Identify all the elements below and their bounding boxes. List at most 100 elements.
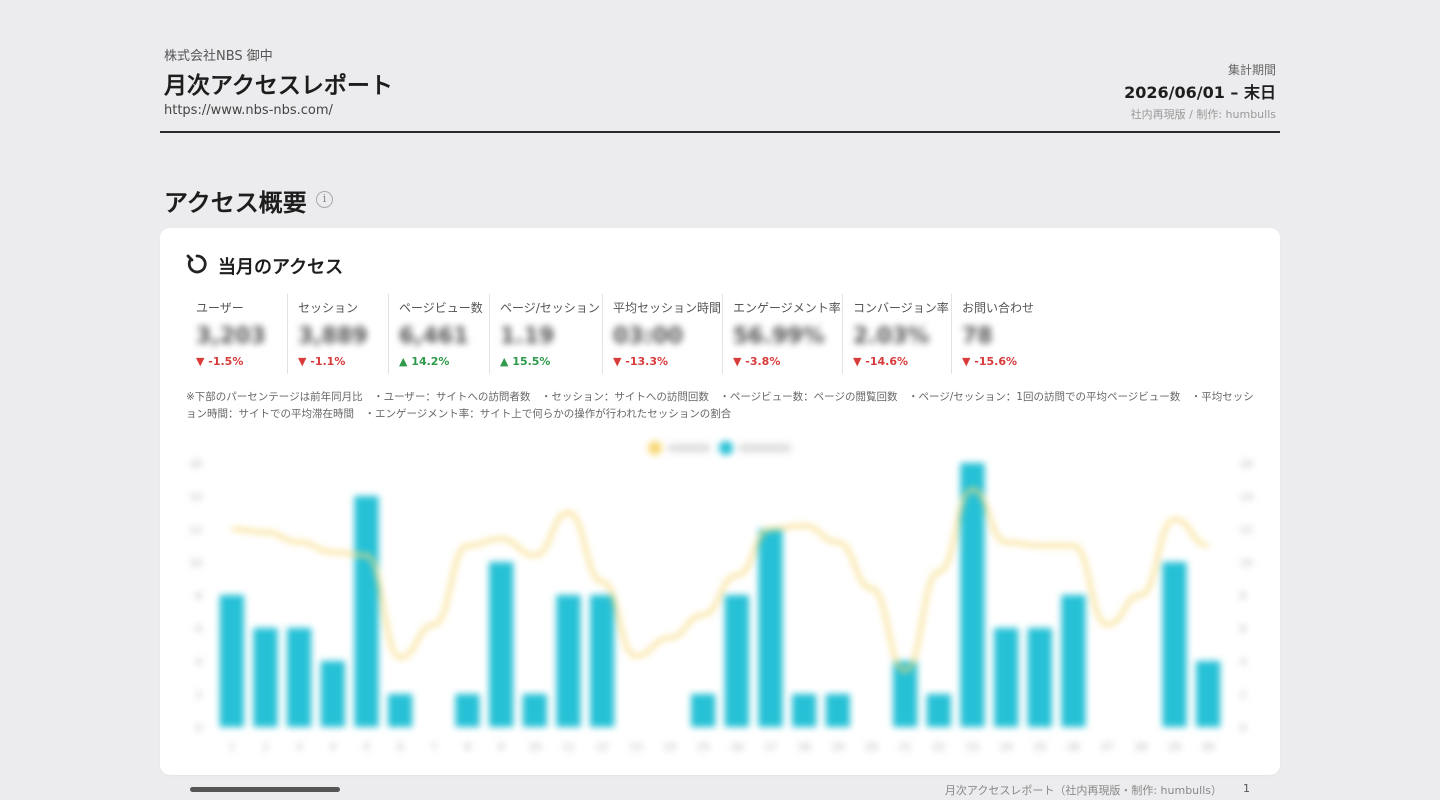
x-tick-label: 21 bbox=[899, 742, 912, 753]
x-tick-label: 26 bbox=[1067, 742, 1080, 753]
scroll-indicator[interactable] bbox=[190, 787, 340, 792]
bar bbox=[994, 628, 1019, 727]
kpi-sessions: セッション 3,889 ▼ -1.1% bbox=[287, 294, 388, 374]
bar bbox=[590, 595, 615, 727]
kpi-value: 03:00 bbox=[613, 324, 684, 349]
report-header: 株式会社NBS 御中 月次アクセスレポート https://www.nbs-nb… bbox=[160, 0, 1280, 133]
bar bbox=[926, 694, 951, 727]
kpi-value: 3,889 bbox=[298, 324, 368, 349]
bar bbox=[792, 694, 817, 727]
kpi-users: ユーザー 3,203 ▼ -1.5% bbox=[186, 294, 287, 374]
bar bbox=[489, 562, 514, 727]
footer-text: 月次アクセスレポート（社内再現版・制作: humbulls） bbox=[944, 784, 1222, 797]
x-tick-label: 15 bbox=[697, 742, 710, 753]
metric-note: ※下部のパーセンテージは前年同月比 ・ユーザー：サイトへの訪問者数 ・セッション… bbox=[186, 391, 1254, 420]
report-page: 株式会社NBS 御中 月次アクセスレポート https://www.nbs-nb… bbox=[160, 0, 1280, 775]
refresh-icon bbox=[186, 254, 207, 274]
y-tick-label: 8 bbox=[196, 591, 202, 602]
access-card: 当月のアクセス ユーザー 3,203 ▼ -1.5% セッション 3,889 ▼… bbox=[160, 228, 1280, 775]
legend-swatch-line bbox=[648, 441, 662, 455]
bar bbox=[219, 595, 244, 727]
info-icon[interactable]: i bbox=[316, 191, 333, 208]
x-tick-label: 1 bbox=[229, 742, 235, 753]
kpi-change: ▼ -1.5% bbox=[196, 355, 244, 368]
kpi-label: ユーザー bbox=[196, 301, 244, 315]
y-tick-label: 10 bbox=[189, 558, 202, 569]
x-tick-label: 14 bbox=[663, 742, 676, 753]
x-tick-label: 12 bbox=[596, 742, 609, 753]
kpi-label: エンゲージメント率 bbox=[733, 301, 841, 315]
x-tick-label: 18 bbox=[798, 742, 811, 753]
y-tick-label: 12 bbox=[189, 525, 202, 536]
kpi-row: ユーザー 3,203 ▼ -1.5% セッション 3,889 ▼ -1.1% ペ… bbox=[186, 294, 1051, 374]
bar bbox=[1162, 562, 1187, 727]
kpi-inquiries: お問い合わせ 78 ▼ -15.6% bbox=[951, 294, 1051, 374]
kpi-change: ▲ 15.5% bbox=[500, 355, 551, 368]
x-tick-label: 16 bbox=[730, 742, 743, 753]
bar bbox=[724, 595, 749, 727]
kpi-engagement-rate: エンゲージメント率 56.99% ▼ -3.8% bbox=[722, 294, 842, 374]
access-chart: 0 0 2 2 4 4 6 6 8 8 10 10 12 12 14 14 16 16 1 2 3 4 5 6 7 8 9 10 11 1… bbox=[180, 438, 1260, 768]
y-tick-label: 2 bbox=[196, 690, 202, 701]
bar bbox=[758, 529, 783, 727]
x-tick-label: 27 bbox=[1101, 742, 1114, 753]
y-tick-label: 4 bbox=[196, 657, 202, 668]
client-name: 株式会社NBS 御中 bbox=[164, 49, 273, 64]
daily-access-chart: 0 02 24 46 68 810 1012 1214 1416 161 2 3 4 5 6 7 8 9 10 11 1… bbox=[189, 441, 1253, 753]
kpi-value: 78 bbox=[962, 324, 993, 349]
section-title: アクセス概要 bbox=[164, 189, 307, 217]
kpi-change: ▼ -3.8% bbox=[733, 355, 781, 368]
bar bbox=[388, 694, 413, 727]
legend-swatch-bar bbox=[719, 441, 733, 455]
kpi-change: ▼ -13.3% bbox=[613, 355, 669, 368]
x-tick-label: 30 bbox=[1202, 742, 1215, 753]
x-tick-label: 6 bbox=[397, 742, 403, 753]
bar bbox=[253, 628, 278, 727]
x-tick-label: 9 bbox=[498, 742, 504, 753]
kpi-value: 2.03% bbox=[853, 324, 930, 349]
kpi-change: ▼ -1.1% bbox=[298, 355, 346, 368]
credit-text: 社内再現版 / 制作: humbulls bbox=[1130, 108, 1276, 121]
kpi-change: ▼ -15.6% bbox=[962, 355, 1018, 368]
kpi-value: 6,461 bbox=[399, 324, 469, 349]
y2-tick-label: 10 bbox=[1240, 558, 1253, 569]
x-tick-label: 17 bbox=[764, 742, 777, 753]
bar bbox=[320, 661, 345, 727]
kpi-label: ページビュー数 bbox=[399, 301, 483, 315]
y-tick-label: 0 bbox=[196, 723, 202, 734]
period-label: 集計期間 bbox=[1227, 63, 1276, 77]
kpi-conversion-rate: コンバージョン率 2.03% ▼ -14.6% bbox=[842, 294, 951, 374]
legend-label-bar bbox=[739, 444, 791, 452]
x-tick-label: 13 bbox=[629, 742, 642, 753]
bar bbox=[556, 595, 581, 727]
x-tick-label: 8 bbox=[464, 742, 470, 753]
site-url[interactable]: https://www.nbs-nbs.com/ bbox=[164, 103, 333, 118]
kpi-avg-session-time: 平均セッション時間 03:00 ▼ -13.3% bbox=[602, 294, 722, 374]
bar bbox=[354, 496, 379, 727]
kpi-pageviews: ページビュー数 6,461 ▲ 14.2% bbox=[388, 294, 489, 374]
y2-tick-label: 12 bbox=[1240, 525, 1253, 536]
x-tick-label: 20 bbox=[865, 742, 878, 753]
legend-label-line bbox=[668, 444, 710, 452]
kpi-label: コンバージョン率 bbox=[853, 301, 949, 315]
card-title: 当月のアクセス bbox=[218, 257, 344, 278]
x-tick-label: 2 bbox=[262, 742, 268, 753]
bar bbox=[1027, 628, 1052, 727]
kpi-change: ▼ -14.6% bbox=[853, 355, 909, 368]
kpi-label: ページ/セッション bbox=[500, 301, 600, 315]
kpi-pages-per-session: ページ/セッション 1.19 ▲ 15.5% bbox=[489, 294, 602, 374]
bar bbox=[825, 694, 850, 727]
bar bbox=[287, 628, 312, 727]
y2-tick-label: 8 bbox=[1240, 591, 1246, 602]
kpi-value: 56.99% bbox=[733, 324, 825, 349]
x-tick-label: 24 bbox=[1000, 742, 1013, 753]
y2-tick-label: 14 bbox=[1240, 492, 1253, 503]
bar bbox=[522, 694, 547, 727]
period-value: 2026/06/01 – 末日 bbox=[1124, 83, 1276, 102]
y2-tick-label: 0 bbox=[1240, 723, 1246, 734]
x-tick-label: 25 bbox=[1033, 742, 1046, 753]
x-tick-label: 4 bbox=[330, 742, 336, 753]
y2-tick-label: 4 bbox=[1240, 657, 1246, 668]
x-tick-label: 3 bbox=[296, 742, 302, 753]
kpi-value: 3,203 bbox=[196, 324, 266, 349]
